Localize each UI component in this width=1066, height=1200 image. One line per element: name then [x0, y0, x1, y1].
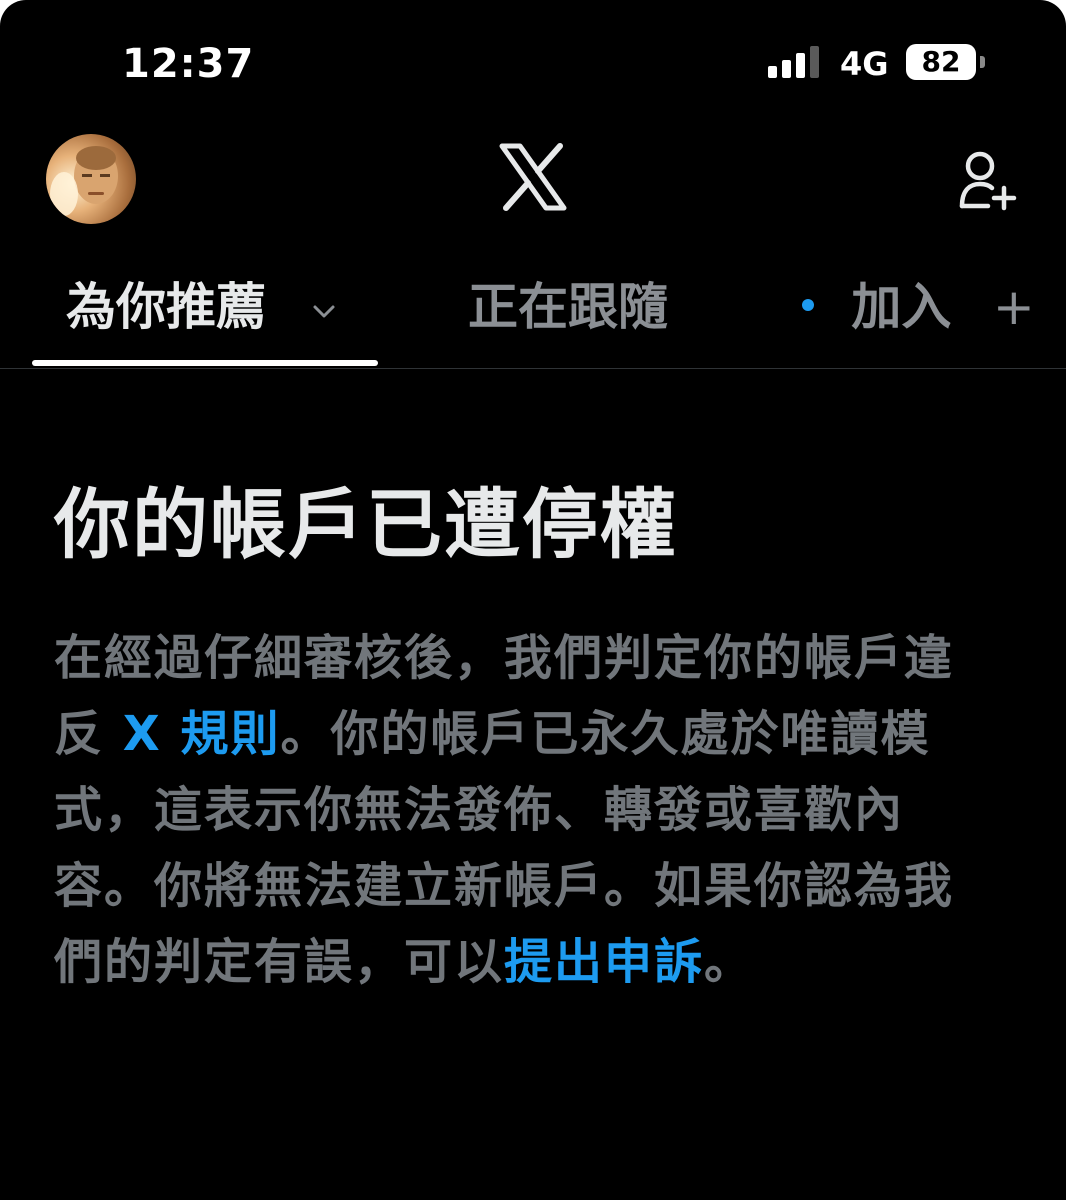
avatar[interactable]	[46, 134, 136, 224]
x-logo-icon[interactable]	[498, 142, 568, 212]
tab-join[interactable]: 加入 +	[802, 272, 1035, 342]
unread-dot-icon	[802, 298, 814, 311]
phone-screen: 12:37 4G 82 為你推薦 正在跟隨 加入 + 你的帳戶已遭停權 在經過仔…	[0, 0, 1066, 1200]
timeline-tabs: 為你推薦 正在跟隨 加入 +	[0, 258, 1066, 369]
tab-join-label: 加入	[851, 278, 952, 336]
battery-icon: 82	[906, 44, 976, 80]
plus-icon[interactable]: +	[993, 272, 1035, 342]
tab-following[interactable]: 正在跟隨	[468, 272, 668, 342]
notice-body: 在經過仔細審核後，我們判定你的帳戶違反 X 規則。你的帳戶已永久處於唯讀模式，這…	[54, 620, 974, 1000]
active-tab-indicator	[32, 360, 378, 366]
battery-tip	[980, 56, 985, 68]
signal-icon	[768, 46, 819, 78]
network-type: 4G	[840, 45, 889, 83]
notice-body-part3: 。	[704, 934, 755, 990]
add-user-icon[interactable]	[956, 148, 1020, 212]
notice-title: 你的帳戶已遭停權	[54, 480, 678, 569]
tab-for-you-label: 為你推薦	[66, 278, 266, 336]
status-bar: 12:37 4G 82	[0, 0, 1066, 110]
appeal-link[interactable]: 提出申訴	[504, 934, 704, 990]
tab-following-label: 正在跟隨	[468, 278, 668, 336]
chevron-down-icon[interactable]	[309, 296, 339, 326]
battery-level: 82	[921, 45, 961, 78]
top-navigation-bar	[0, 130, 1066, 230]
status-time: 12:37	[122, 41, 255, 87]
tab-for-you[interactable]: 為你推薦	[66, 272, 339, 342]
avatar-portrait	[50, 146, 118, 216]
x-rules-link[interactable]: X 規則	[123, 706, 281, 762]
